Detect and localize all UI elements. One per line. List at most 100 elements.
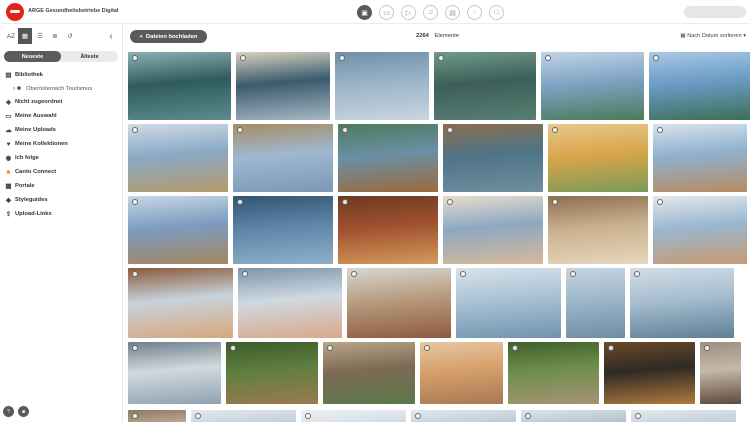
sidebar-item-canto-connect[interactable]: ■ Canto Connect: [4, 165, 120, 179]
asset-thumbnail[interactable]: [604, 342, 695, 404]
asset-thumbnail[interactable]: [548, 124, 648, 192]
asset-thumbnail[interactable]: [521, 410, 626, 422]
select-checkbox[interactable]: [132, 127, 138, 133]
select-checkbox[interactable]: [424, 345, 430, 351]
global-search-input[interactable]: [684, 6, 746, 18]
select-checkbox[interactable]: [415, 413, 421, 419]
sidebar-item-portale[interactable]: ▦ Portale: [4, 179, 120, 193]
asset-thumbnail[interactable]: [128, 52, 231, 120]
asset-thumbnail[interactable]: [548, 196, 648, 264]
sidebar-item-meine-auswahl[interactable]: ▭ Meine Auswahl: [4, 109, 120, 123]
asset-thumbnail[interactable]: [631, 410, 736, 422]
asset-thumbnail[interactable]: [443, 196, 543, 264]
select-checkbox[interactable]: [608, 345, 614, 351]
sidebar-item-styleguides[interactable]: ◆ Styleguides: [4, 193, 120, 207]
select-checkbox[interactable]: [342, 127, 348, 133]
asset-thumbnail[interactable]: [347, 268, 451, 338]
asset-thumbnail[interactable]: [128, 268, 233, 338]
collapse-sidebar-button[interactable]: ‹: [104, 28, 118, 44]
sort-dropdown[interactable]: ▦ Nach Datum sortieren ▾: [680, 33, 746, 39]
asset-thumbnail[interactable]: [191, 410, 296, 422]
library-app-icon[interactable]: ▣: [357, 5, 372, 20]
upload-files-button[interactable]: + Dateien hochladen: [130, 30, 207, 43]
select-checkbox[interactable]: [634, 271, 640, 277]
asset-thumbnail[interactable]: [238, 268, 342, 338]
select-checkbox[interactable]: [132, 345, 138, 351]
table-view-button[interactable]: ≣: [48, 28, 62, 44]
asset-thumbnail[interactable]: [566, 268, 625, 338]
help-icon[interactable]: ?: [3, 406, 14, 417]
select-checkbox[interactable]: [132, 271, 138, 277]
asset-thumbnail[interactable]: [456, 268, 561, 338]
sidebar-item-upload-links[interactable]: ⇪ Upload-Links: [4, 207, 120, 221]
sidebar-item-meine-uploads[interactable]: ☁ Meine Uploads: [4, 123, 120, 137]
images-app-icon[interactable]: ▭: [379, 5, 394, 20]
asset-thumbnail[interactable]: [434, 52, 536, 120]
select-checkbox[interactable]: [305, 413, 311, 419]
sidebar-item-oberösterreich-tourismus[interactable]: › ■ Oberösterreich Tourismus: [4, 82, 120, 95]
history-button[interactable]: ↺: [63, 28, 77, 44]
tab-newest[interactable]: Neueste: [4, 51, 61, 62]
asset-thumbnail[interactable]: [508, 342, 599, 404]
select-checkbox[interactable]: [447, 199, 453, 205]
select-checkbox[interactable]: [460, 271, 466, 277]
asset-thumbnail[interactable]: [653, 196, 747, 264]
select-checkbox[interactable]: [240, 55, 246, 61]
asset-thumbnail[interactable]: [443, 124, 543, 192]
select-checkbox[interactable]: [195, 413, 201, 419]
asset-thumbnail[interactable]: [233, 196, 333, 264]
select-checkbox[interactable]: [552, 127, 558, 133]
asset-thumbnail[interactable]: [236, 52, 330, 120]
select-checkbox[interactable]: [657, 127, 663, 133]
select-checkbox[interactable]: [132, 55, 138, 61]
select-checkbox[interactable]: [342, 199, 348, 205]
asset-thumbnail[interactable]: [233, 124, 333, 192]
select-checkbox[interactable]: [552, 199, 558, 205]
select-checkbox[interactable]: [657, 199, 663, 205]
select-checkbox[interactable]: [351, 271, 357, 277]
select-checkbox[interactable]: [545, 55, 551, 61]
brand-logo[interactable]: [6, 3, 24, 21]
asset-thumbnail[interactable]: [335, 52, 429, 120]
sidebar-item-meine-kollektionen[interactable]: ♥ Meine Kollektionen: [4, 137, 120, 151]
select-checkbox[interactable]: [242, 271, 248, 277]
asset-thumbnail[interactable]: [649, 52, 750, 120]
select-checkbox[interactable]: [339, 55, 345, 61]
sidebar-item-bibliothek[interactable]: ▤ Bibliothek: [4, 68, 120, 82]
asset-thumbnail[interactable]: [301, 410, 406, 422]
select-checkbox[interactable]: [132, 413, 138, 419]
asset-thumbnail[interactable]: [128, 196, 228, 264]
select-checkbox[interactable]: [327, 345, 333, 351]
page-app-icon[interactable]: □: [489, 5, 504, 20]
select-checkbox[interactable]: [570, 271, 576, 277]
az-sort-button[interactable]: AZ: [4, 28, 18, 44]
asset-thumbnail[interactable]: [226, 342, 318, 404]
select-checkbox[interactable]: [512, 345, 518, 351]
select-checkbox[interactable]: [653, 55, 659, 61]
asset-thumbnail[interactable]: [653, 124, 747, 192]
select-checkbox[interactable]: [237, 127, 243, 133]
select-checkbox[interactable]: [447, 127, 453, 133]
asset-thumbnail[interactable]: [630, 268, 734, 338]
select-checkbox[interactable]: [704, 345, 710, 351]
asset-thumbnail[interactable]: [420, 342, 503, 404]
select-checkbox[interactable]: [635, 413, 641, 419]
chat-app-icon[interactable]: ◌: [467, 5, 482, 20]
tab-oldest[interactable]: Älteste: [61, 51, 118, 62]
asset-thumbnail[interactable]: [128, 124, 228, 192]
asset-thumbnail[interactable]: [323, 342, 415, 404]
calendar-view-button[interactable]: ▦: [18, 28, 32, 44]
asset-thumbnail[interactable]: [128, 342, 221, 404]
asset-thumbnail[interactable]: [411, 410, 516, 422]
sidebar-item-ich-folge[interactable]: ◉ Ich folge: [4, 151, 120, 165]
asset-thumbnail[interactable]: [541, 52, 644, 120]
asset-thumbnail[interactable]: [338, 196, 438, 264]
audio-app-icon[interactable]: ♫: [423, 5, 438, 20]
video-app-icon[interactable]: ▷: [401, 5, 416, 20]
list-view-button[interactable]: ☰: [33, 28, 47, 44]
select-checkbox[interactable]: [438, 55, 444, 61]
select-checkbox[interactable]: [237, 199, 243, 205]
document-app-icon[interactable]: ▤: [445, 5, 460, 20]
select-checkbox[interactable]: [230, 345, 236, 351]
asset-thumbnail[interactable]: [128, 410, 186, 422]
